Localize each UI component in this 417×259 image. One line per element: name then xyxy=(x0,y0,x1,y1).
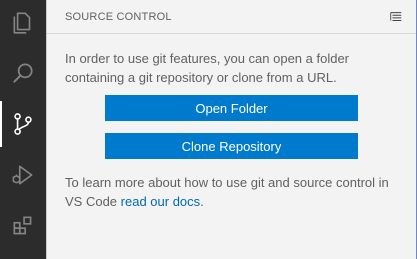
learn-more-text: To learn more about how to use git and s… xyxy=(65,175,389,209)
source-control-icon xyxy=(14,113,32,135)
activity-source-control[interactable] xyxy=(0,101,46,147)
activity-extensions[interactable] xyxy=(0,203,46,249)
activity-explorer[interactable] xyxy=(0,0,46,46)
files-icon xyxy=(13,12,31,34)
read-docs-link[interactable]: read our docs xyxy=(121,194,201,209)
run-debug-icon xyxy=(12,165,33,185)
clone-repository-button[interactable]: Clone Repository xyxy=(105,133,358,159)
extensions-icon xyxy=(13,216,32,235)
panel-header: SOURCE CONTROL xyxy=(47,0,416,34)
activity-bar xyxy=(0,0,46,259)
panel-title: SOURCE CONTROL xyxy=(65,10,172,23)
header-action-button[interactable] xyxy=(388,9,404,25)
learn-more-message: To learn more about how to use git and s… xyxy=(65,173,405,211)
list-tree-icon xyxy=(390,12,402,22)
search-icon xyxy=(13,63,33,83)
source-control-panel: SOURCE CONTROL In order to use git featu… xyxy=(46,0,417,259)
activity-search[interactable] xyxy=(0,50,46,96)
intro-message: In order to use git features, you can op… xyxy=(65,51,350,85)
activity-run-debug[interactable] xyxy=(0,152,46,198)
learn-more-suffix: . xyxy=(200,194,204,209)
open-folder-button[interactable]: Open Folder xyxy=(105,95,358,121)
